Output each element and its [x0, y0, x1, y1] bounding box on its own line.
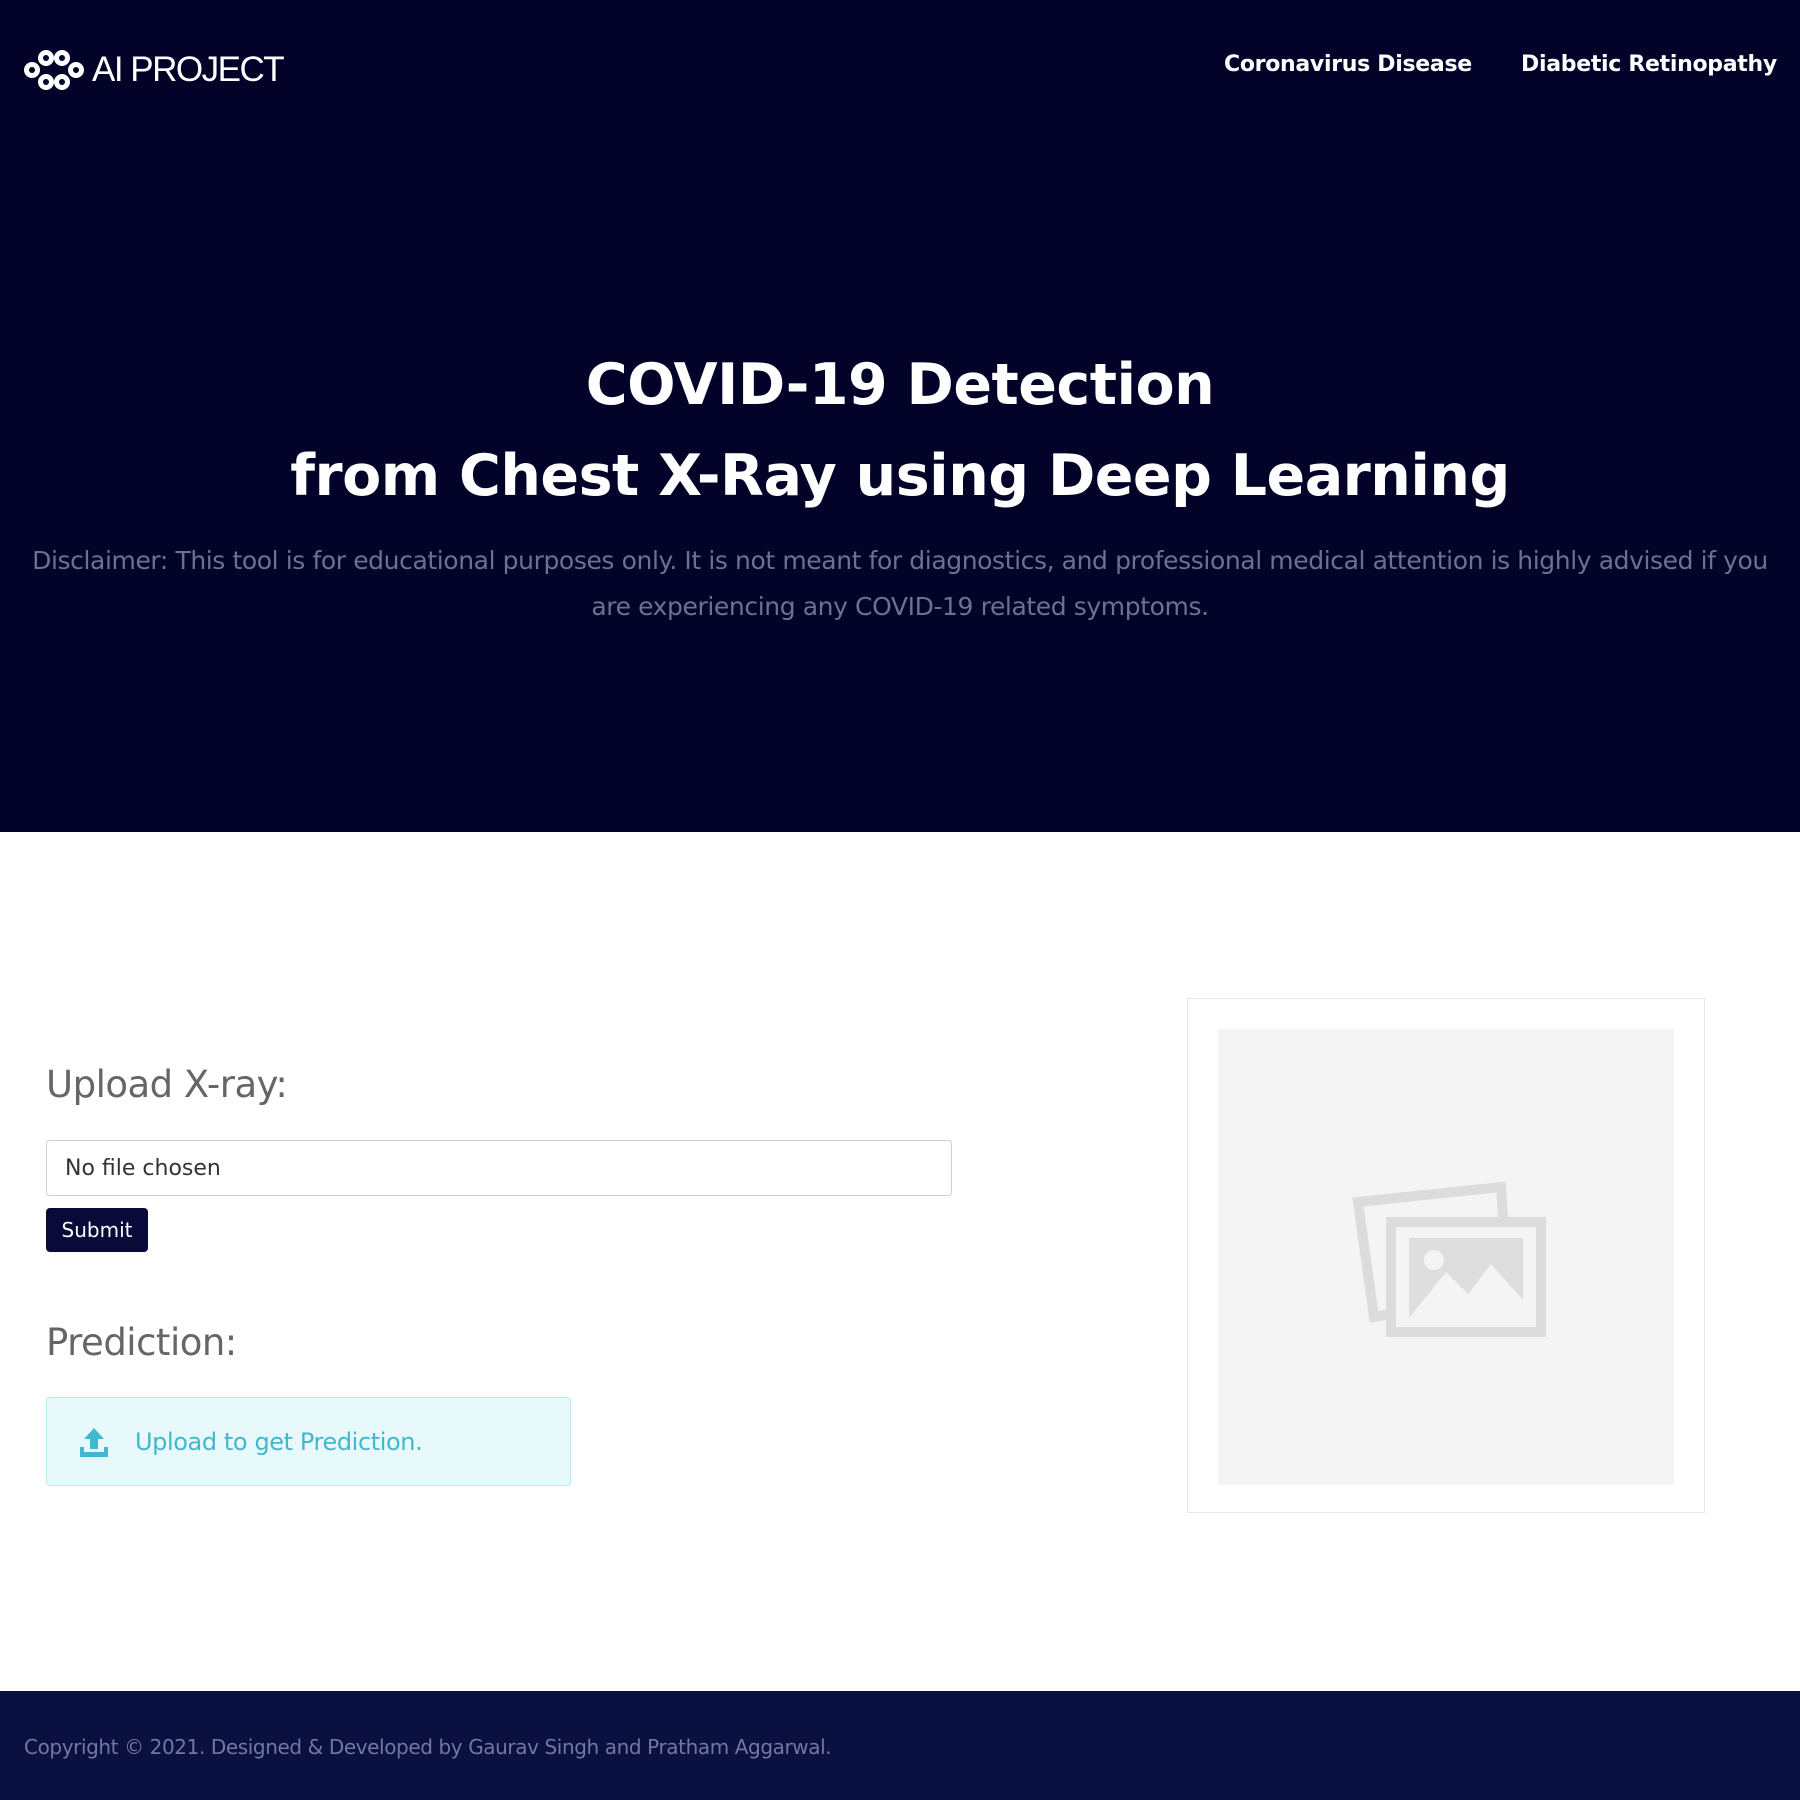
title-deep-learning: using Deep Learning	[836, 443, 1511, 509]
prediction-heading: Prediction:	[46, 1321, 237, 1364]
prediction-message: Upload to get Prediction.	[135, 1427, 423, 1456]
prediction-alert: Upload to get Prediction.	[46, 1397, 571, 1486]
hero-section: AI PROJECT Coronavirus Disease Diabetic …	[0, 0, 1800, 832]
file-input[interactable]: No file chosen	[46, 1140, 952, 1196]
title-detection: Detection	[887, 352, 1215, 418]
submit-button[interactable]: Submit	[46, 1208, 148, 1252]
copyright-text: Copyright © 2021. Designed & Developed b…	[24, 1735, 832, 1759]
page-title-line-1: COVID-19 Detection	[0, 352, 1800, 418]
disclaimer-text: Disclaimer: This tool is for educational…	[32, 546, 1768, 621]
upload-heading: Upload X-ray:	[46, 1063, 288, 1106]
title-from: from	[290, 443, 460, 509]
image-placeholder-icon	[1352, 1181, 1546, 1337]
title-chest-xray: Chest X-Ray	[459, 443, 837, 509]
molecule-logo-icon	[24, 50, 84, 90]
upload-icon	[80, 1427, 108, 1457]
brand[interactable]: AI PROJECT	[22, 46, 285, 94]
title-covid-19: COVID-19	[585, 352, 888, 418]
image-preview	[1187, 998, 1705, 1513]
file-status-text: No file chosen	[65, 1155, 221, 1181]
nav-link-diabetic-retinopathy[interactable]: Diabetic Retinopathy	[1521, 52, 1777, 77]
brand-text: AI PROJECT	[92, 50, 285, 89]
page-title-line-2: from Chest X-Ray using Deep Learning	[0, 443, 1800, 509]
nav-link-coronavirus-disease[interactable]: Coronavirus Disease	[1224, 52, 1472, 77]
image-preview-placeholder	[1218, 1029, 1674, 1485]
footer: Copyright © 2021. Designed & Developed b…	[0, 1691, 1800, 1800]
